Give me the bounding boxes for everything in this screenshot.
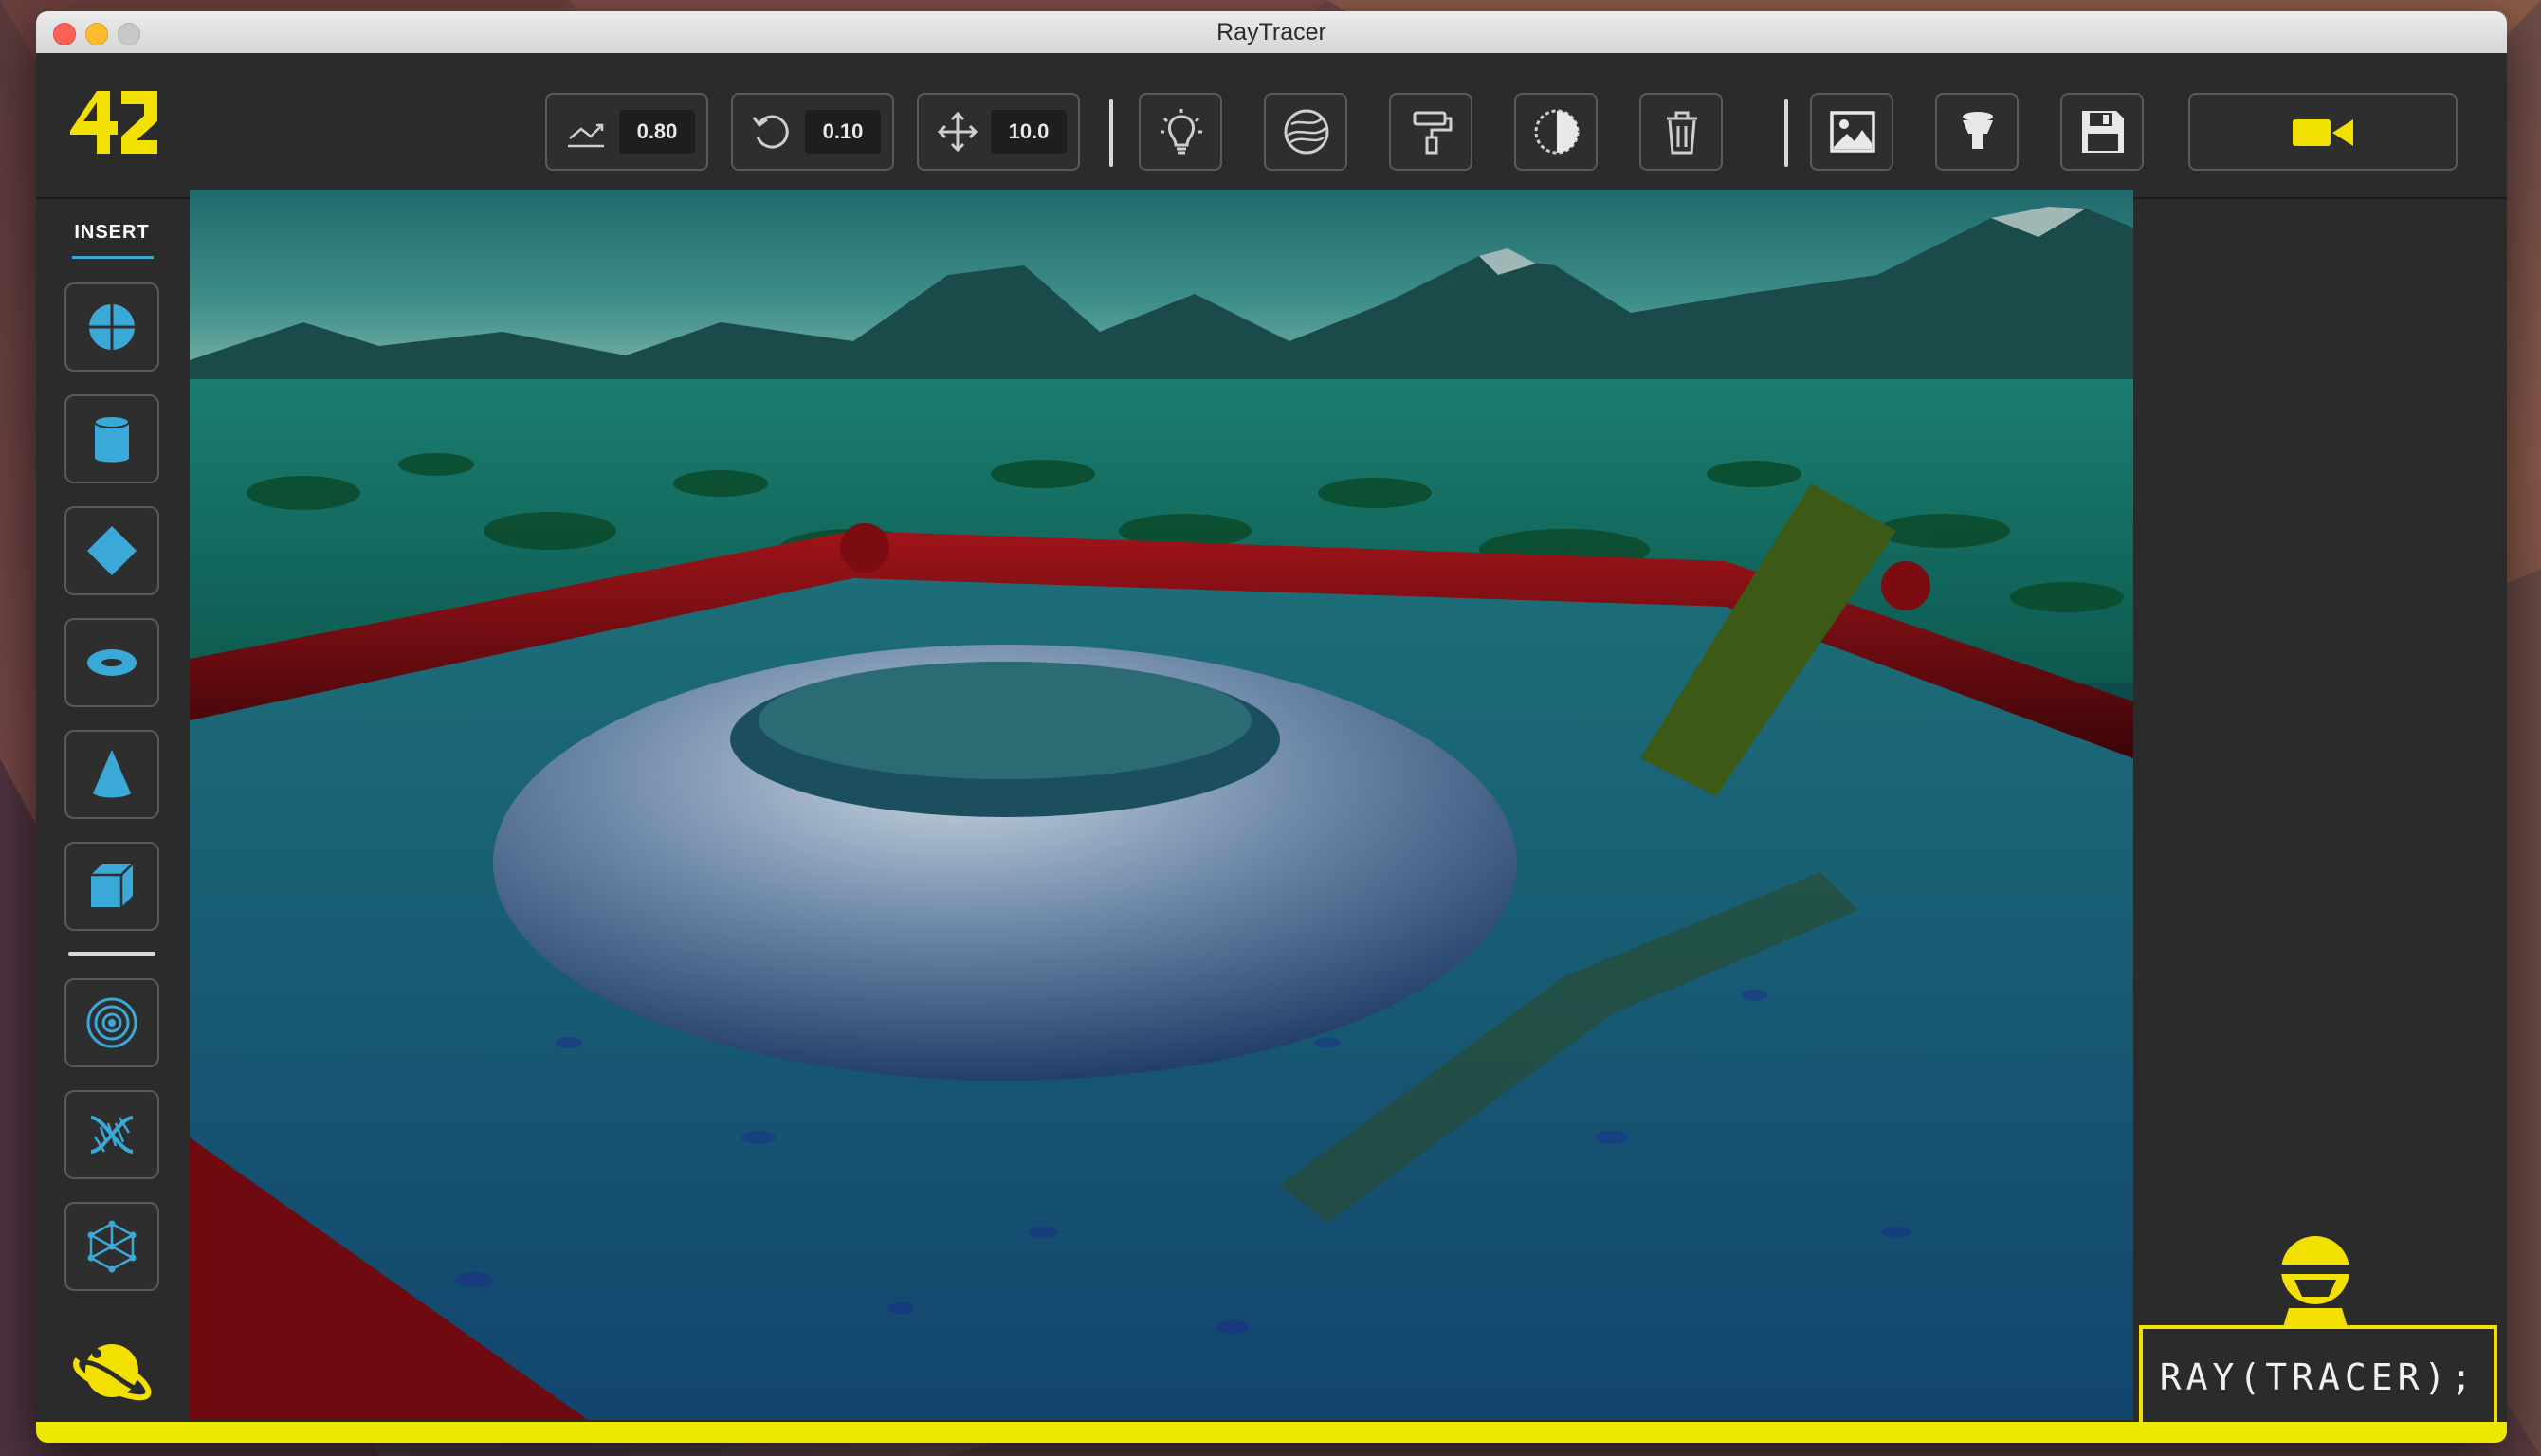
texture-button[interactable]	[1264, 93, 1347, 171]
toolbar: 0.80 0.10 10.0	[36, 53, 2507, 199]
insert-plane-button[interactable]	[64, 506, 159, 595]
sidebar-divider	[68, 952, 155, 956]
sphere-icon	[89, 304, 135, 350]
rotate-icon	[752, 115, 789, 149]
save-button[interactable]	[2060, 93, 2144, 171]
filter-button[interactable]	[1935, 93, 2019, 171]
window-title: RayTracer	[1216, 19, 1326, 46]
scale-value[interactable]: 0.80	[619, 110, 695, 154]
console-output: RAY(TRACER);	[2139, 1325, 2497, 1429]
scale-icon	[568, 123, 604, 148]
filter-icon	[1963, 112, 1993, 149]
title-bar: RayTracer	[36, 11, 2507, 54]
rendered-scene	[190, 190, 2133, 1420]
contrast-button[interactable]	[1514, 93, 1598, 171]
network-icon	[87, 1220, 137, 1273]
insert-sphere-button[interactable]	[64, 282, 159, 372]
insert-underline	[72, 256, 154, 259]
insert-cube-button[interactable]	[64, 842, 159, 931]
insert-heading: INSERT	[74, 222, 150, 243]
cone-icon	[93, 750, 131, 798]
cube-icon	[91, 863, 134, 907]
render-camera-button[interactable]	[2188, 93, 2458, 171]
toolbar-separator	[1109, 99, 1113, 167]
trash-icon	[1667, 111, 1697, 155]
dna-icon	[90, 1116, 134, 1154]
rotate-control[interactable]: 0.10	[731, 93, 894, 171]
torus-icon	[87, 649, 137, 676]
light-button[interactable]	[1139, 93, 1222, 171]
light-bulb-icon	[1161, 109, 1202, 155]
toolbar-separator	[1784, 99, 1788, 167]
render-progress-bar	[36, 1422, 2507, 1443]
concentric-rings-icon	[86, 997, 137, 1048]
insert-cone-button[interactable]	[64, 730, 159, 819]
move-value[interactable]: 10.0	[991, 110, 1067, 154]
plane-icon	[87, 526, 137, 575]
42-logo	[70, 91, 157, 154]
move-icon	[937, 111, 978, 153]
save-icon	[2082, 111, 2124, 153]
load-image-button[interactable]	[1810, 93, 1893, 171]
render-viewport[interactable]	[190, 190, 2133, 1420]
scale-control[interactable]: 0.80	[545, 93, 708, 171]
delete-button[interactable]	[1639, 93, 1723, 171]
image-icon	[1830, 111, 1875, 153]
right-panel: RAY(TRACER);	[2135, 199, 2507, 1431]
rotate-value[interactable]: 0.10	[805, 110, 881, 154]
paint-roller-icon	[1413, 111, 1453, 155]
insert-sidebar: INSERT	[36, 199, 188, 1431]
insert-dna-button[interactable]	[64, 1090, 159, 1179]
insert-cylinder-button[interactable]	[64, 394, 159, 483]
texture-sphere-icon	[1284, 109, 1329, 155]
insert-torus-button[interactable]	[64, 618, 159, 707]
video-camera-icon	[2293, 119, 2353, 146]
insert-rings-button[interactable]	[64, 978, 159, 1067]
raytracer-window: RayTracer 0.80 0.10 10.0 INSERT RAY(TRAC…	[36, 11, 2507, 1443]
saturn-icon[interactable]	[68, 1331, 155, 1410]
move-control[interactable]: 10.0	[917, 93, 1080, 171]
insert-network-button[interactable]	[64, 1202, 159, 1291]
contrast-icon	[1534, 109, 1580, 155]
cylinder-icon	[94, 415, 130, 463]
paint-button[interactable]	[1389, 93, 1472, 171]
mascot-icon	[2281, 1236, 2349, 1327]
